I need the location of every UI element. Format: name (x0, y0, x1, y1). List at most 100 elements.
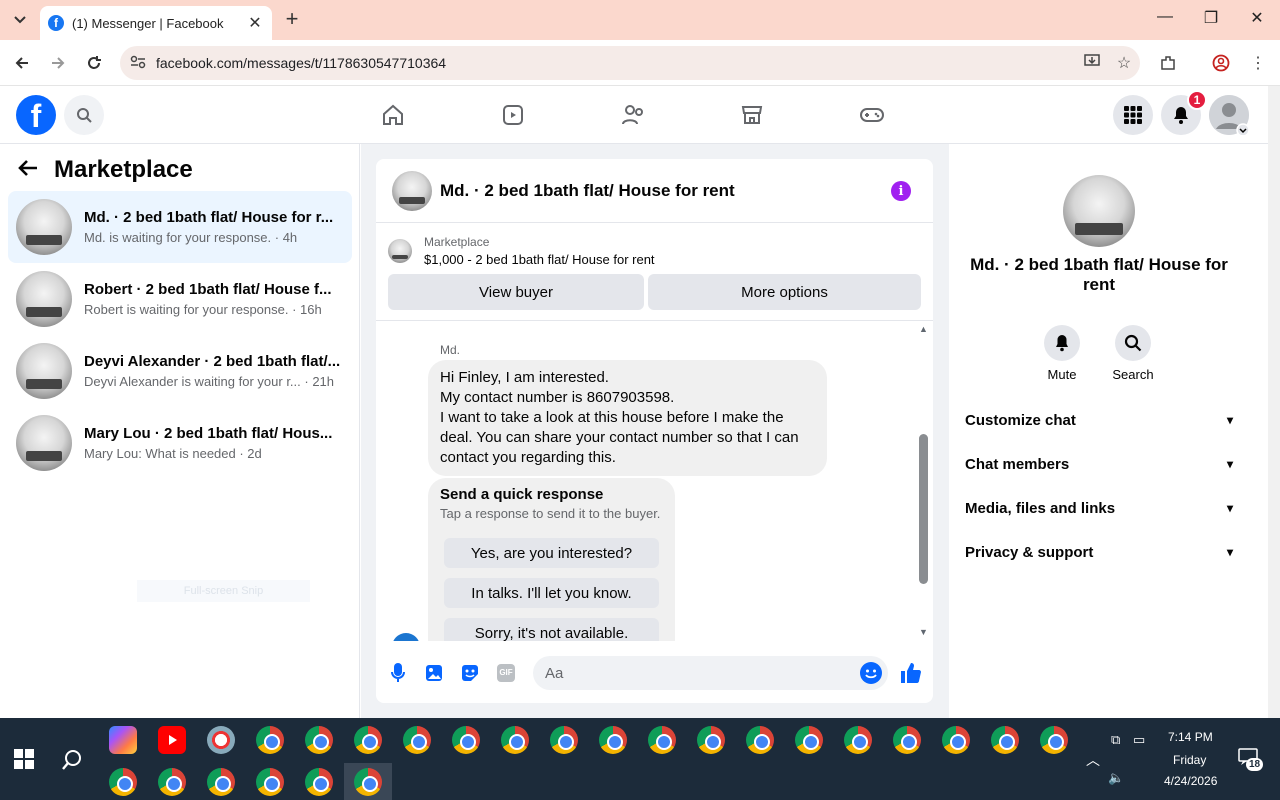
nav-marketplace[interactable] (737, 100, 767, 130)
facebook-logo[interactable]: f (16, 95, 56, 135)
network-icon[interactable]: ⧉ (1111, 732, 1120, 748)
chrome-profile-icon[interactable] (354, 726, 382, 754)
chrome-profile-icon[interactable] (452, 726, 480, 754)
nav-friends[interactable] (618, 100, 648, 130)
message-list[interactable]: Md. Hi Finley, I am interested. My conta… (376, 321, 916, 641)
facebook-search-button[interactable] (64, 95, 104, 135)
customize-chat-row[interactable]: Customize chat ▾ (965, 408, 1233, 432)
forward-button[interactable] (45, 50, 71, 76)
chrome-profile-icon[interactable] (256, 768, 284, 796)
chrome-profile-icon[interactable] (844, 726, 872, 754)
nav-gaming[interactable] (857, 100, 887, 130)
taskbar-search-icon[interactable] (58, 746, 86, 774)
reload-button[interactable] (81, 50, 107, 76)
view-buyer-button[interactable]: View buyer (388, 274, 644, 310)
volume-icon[interactable]: 🔈 (1108, 770, 1124, 786)
scroll-up-icon[interactable]: ▲ (919, 324, 928, 334)
like-thumb-icon[interactable] (898, 661, 922, 685)
chrome-profile-icon[interactable] (305, 768, 333, 796)
chrome-profile-icon[interactable] (256, 726, 284, 754)
site-info-icon[interactable] (120, 55, 156, 72)
browser-tab-active[interactable]: f (1) Messenger | Facebook ✕ (40, 6, 272, 40)
chrome-profile-icon[interactable] (991, 726, 1019, 754)
more-options-button[interactable]: More options (648, 274, 921, 310)
chrome-profile-icon[interactable] (109, 768, 137, 796)
nav-video[interactable] (498, 100, 528, 130)
window-close-button[interactable]: ✕ (1242, 8, 1272, 28)
conversation-preview: Md. is waiting for your response. · 4h (84, 230, 298, 245)
paint-app-icon[interactable] (207, 726, 235, 754)
new-tab-button[interactable]: + (282, 8, 302, 30)
chrome-profile-icon[interactable] (207, 768, 235, 796)
tray-chevron-up-icon[interactable]: ︿ (1086, 750, 1100, 770)
chat-title[interactable]: Md. · 2 bed 1bath flat/ House for rent (440, 181, 735, 201)
bookmark-star-icon[interactable]: ☆ (1108, 53, 1140, 73)
bell-icon (1056, 335, 1068, 352)
profile-icon[interactable] (1208, 50, 1234, 76)
conversation-item[interactable]: Md. · 2 bed 1bath flat/ House for r... M… (8, 191, 352, 263)
display-icon[interactable]: ▭ (1133, 732, 1145, 748)
chrome-profile-icon[interactable] (403, 726, 431, 754)
gif-icon[interactable]: GIF (494, 661, 518, 685)
address-bar[interactable]: facebook.com/messages/t/1178630547710364… (120, 46, 1140, 80)
extensions-icon[interactable] (1155, 50, 1181, 76)
account-avatar[interactable] (1209, 95, 1249, 135)
chrome-profile-icon[interactable] (648, 726, 676, 754)
menu-button[interactable] (1113, 95, 1153, 135)
tab-close-icon[interactable]: ✕ (246, 13, 264, 33)
photo-icon[interactable] (422, 661, 446, 685)
copilot-icon[interactable] (109, 726, 137, 754)
chrome-profile-icon[interactable] (697, 726, 725, 754)
search-action[interactable]: Search (1093, 325, 1173, 382)
marketplace-listing-row[interactable]: Marketplace $1,000 - 2 bed 1bath flat/ H… (388, 235, 655, 267)
chrome-profile-icon[interactable] (599, 726, 627, 754)
message-input-box[interactable] (533, 656, 888, 690)
mute-action[interactable]: Mute (1022, 325, 1102, 382)
clock-day[interactable]: Friday (1173, 753, 1206, 767)
chat-members-row[interactable]: Chat members ▾ (965, 452, 1233, 476)
info-icon[interactable]: i (891, 181, 911, 201)
back-arrow-icon[interactable] (18, 156, 38, 184)
chrome-profile-icon[interactable] (354, 768, 382, 796)
install-app-icon[interactable] (1076, 53, 1108, 74)
chrome-profile-icon[interactable] (550, 726, 578, 754)
quick-reply-button[interactable]: Sorry, it's not available. (444, 618, 659, 641)
search-icon (1124, 334, 1142, 352)
section-label: Chat members (965, 455, 1070, 473)
nav-home[interactable] (378, 100, 408, 130)
back-button[interactable] (9, 50, 35, 76)
emoji-icon[interactable] (860, 662, 882, 684)
privacy-support-row[interactable]: Privacy & support ▾ (965, 540, 1233, 564)
scrollbar-thumb[interactable] (919, 434, 928, 584)
notifications-button[interactable]: 1 (1161, 90, 1207, 135)
chrome-profile-icon[interactable] (1040, 726, 1068, 754)
clock-date[interactable]: 4/24/2026 (1164, 774, 1217, 788)
chrome-profile-icon[interactable] (158, 768, 186, 796)
clock-time[interactable]: 7:14 PM (1168, 730, 1213, 744)
scroll-down-icon[interactable]: ▼ (919, 627, 928, 637)
conversation-item[interactable]: Robert · 2 bed 1bath flat/ House f... Ro… (8, 263, 352, 335)
facebook-topbar: f 1 (0, 86, 1268, 144)
media-files-links-row[interactable]: Media, files and links ▾ (965, 496, 1233, 520)
browser-menu-icon[interactable]: ⋮ (1245, 50, 1271, 76)
chrome-profile-icon[interactable] (795, 726, 823, 754)
quick-reply-button[interactable]: Yes, are you interested? (444, 538, 659, 568)
quick-reply-button[interactable]: In talks. I'll let you know. (444, 578, 659, 608)
youtube-icon[interactable] (158, 726, 186, 754)
chrome-profile-icon[interactable] (893, 726, 921, 754)
microphone-icon[interactable] (386, 661, 410, 685)
tab-search-button[interactable] (6, 8, 34, 32)
message-input[interactable] (545, 664, 845, 682)
chrome-profile-icon[interactable] (746, 726, 774, 754)
page-scrollbar[interactable] (1268, 86, 1280, 718)
chrome-profile-icon[interactable] (942, 726, 970, 754)
chat-thumbnail[interactable] (392, 170, 432, 211)
sticker-icon[interactable] (458, 661, 482, 685)
minimize-button[interactable]: — (1150, 8, 1180, 26)
windows-start-icon[interactable] (14, 749, 34, 769)
chrome-profile-icon[interactable] (501, 726, 529, 754)
restore-button[interactable]: ❐ (1196, 8, 1226, 28)
conversation-item[interactable]: Mary Lou · 2 bed 1bath flat/ Hous... Mar… (8, 407, 352, 479)
chrome-profile-icon[interactable] (305, 726, 333, 754)
conversation-item[interactable]: Deyvi Alexander · 2 bed 1bath flat/... D… (8, 335, 352, 407)
